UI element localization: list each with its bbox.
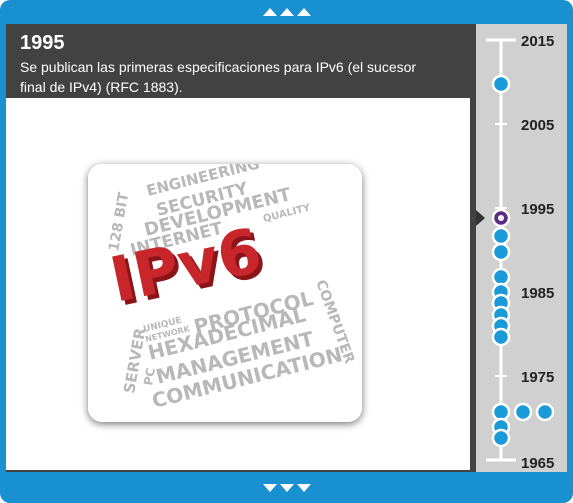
- arrow-down-icon: [279, 484, 294, 492]
- timeline-label-1985: 1985: [521, 285, 554, 302]
- timeline-label-1975: 1975: [521, 369, 554, 386]
- scroll-up-button[interactable]: [262, 8, 311, 16]
- bottom-nav-bar: [0, 473, 573, 503]
- timeline-label-2005: 2005: [521, 117, 554, 134]
- event-description-line-2: final de IPv4) (RFC 1883).: [20, 79, 183, 95]
- timeline-sidebar: 2015 2005 1995 1985 1975 1965: [476, 24, 567, 472]
- ipv6-illustration: ENGINEERING SECURITY DEVELOPMENT INTERNE…: [88, 164, 362, 422]
- timeline-event-dot[interactable]: [491, 242, 511, 262]
- timeline-selected-dot-center: [498, 215, 504, 221]
- timeline-event-dot[interactable]: [491, 402, 511, 422]
- arrow-up-icon: [296, 8, 311, 16]
- ipv6-word-cloud: ENGINEERING SECURITY DEVELOPMENT INTERNE…: [88, 164, 362, 422]
- event-image-panel: ENGINEERING SECURITY DEVELOPMENT INTERNE…: [6, 98, 470, 470]
- timeline-label-1965: 1965: [521, 455, 554, 472]
- timeline-event-dot[interactable]: [491, 327, 511, 347]
- timeline-label-1995: 1995: [521, 201, 554, 218]
- event-year: 1995: [20, 32, 65, 54]
- arrow-up-icon: [262, 8, 277, 16]
- event-description: Se publican las primeras especificacione…: [20, 57, 476, 97]
- timeline-event-dot[interactable]: [491, 267, 511, 287]
- timeline-event-dot[interactable]: [513, 402, 533, 422]
- arrow-up-icon: [279, 8, 294, 16]
- timeline-scale: 2015 2005 1995 1985 1975 1965: [486, 33, 555, 472]
- timeline-event-dot[interactable]: [491, 428, 511, 448]
- timeline-event-dot[interactable]: [491, 74, 511, 94]
- timeline-event-dot[interactable]: [535, 402, 555, 422]
- scroll-down-button[interactable]: [262, 484, 311, 492]
- arrow-down-icon: [262, 484, 277, 492]
- event-description-line-1: Se publican las primeras especificacione…: [20, 59, 417, 75]
- top-nav-bar: [0, 0, 573, 24]
- timeline-label-2015: 2015: [521, 33, 554, 50]
- arrow-down-icon: [296, 484, 311, 492]
- event-panel: 1995 Se publican las primeras especifica…: [6, 24, 476, 472]
- timeline-widget: 1995 Se publican las primeras especifica…: [0, 0, 573, 503]
- timeline-event-dot[interactable]: [491, 226, 511, 246]
- selected-event-pointer: [476, 210, 485, 226]
